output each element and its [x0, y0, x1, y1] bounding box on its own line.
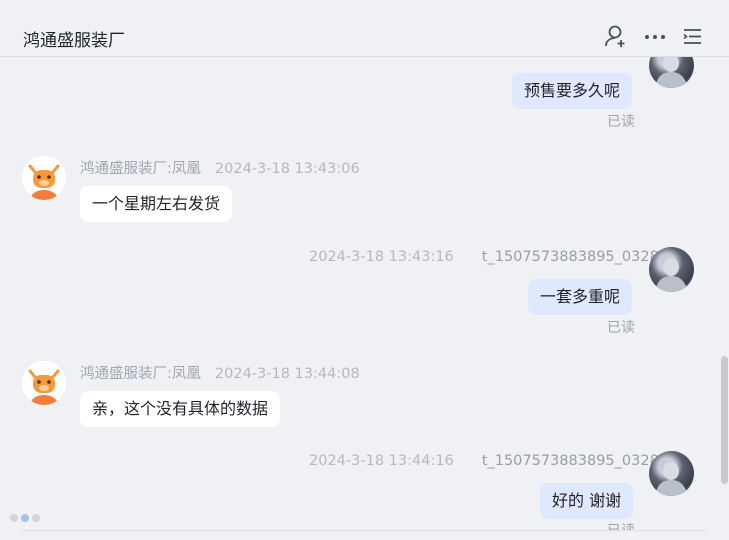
add-user-icon[interactable]	[603, 23, 629, 49]
user-avatar[interactable]	[649, 57, 694, 88]
read-status: 已读	[607, 520, 635, 530]
user-id: t_1507573883895_0328	[481, 453, 659, 469]
message-time: 2024-3-18 13:44:08	[214, 366, 360, 382]
user-avatar[interactable]	[649, 451, 694, 496]
message-meta: 鸿通盛服装厂:凤凰 2024-3-18 13:43:06	[80, 157, 360, 178]
sender-name: 鸿通盛服装厂:凤凰	[80, 161, 201, 177]
user-avatar[interactable]	[649, 247, 694, 292]
message-bubble-outgoing: 好的 谢谢	[540, 483, 634, 519]
message-meta: 鸿通盛服装厂:凤凰 2024-3-18 13:44:08	[80, 362, 360, 383]
message-bubble-outgoing: 预售要多久呢	[512, 73, 633, 109]
menu-list-icon[interactable]	[680, 23, 706, 49]
loading-dot	[10, 514, 18, 522]
message-bubble-outgoing: 一套多重呢	[528, 279, 633, 315]
chat-header: 鸿通盛服装厂	[0, 0, 729, 57]
user-id: t_1507573883895_0328	[481, 249, 659, 265]
message-bubble-incoming: 亲，这个没有具体的数据	[80, 391, 281, 427]
loading-indicator	[10, 507, 43, 526]
message-meta: 2024-3-18 13:43:16 t_1507573883895_0328	[309, 249, 659, 265]
message-time: 2024-3-18 13:43:06	[214, 161, 360, 177]
divider	[22, 530, 706, 531]
message-bubble-incoming: 一个星期左右发货	[80, 186, 233, 222]
read-status: 已读	[607, 114, 635, 130]
chat-title: 鸿通盛服装厂	[23, 31, 125, 51]
message-time: 2024-3-18 13:43:16	[309, 249, 454, 265]
agent-avatar[interactable]	[22, 156, 66, 200]
loading-dot	[32, 514, 40, 522]
scrollbar-thumb[interactable]	[721, 356, 728, 484]
message-meta: 2024-3-18 13:44:16 t_1507573883895_0328	[309, 453, 659, 469]
sender-name: 鸿通盛服装厂:凤凰	[80, 366, 201, 382]
loading-dot	[21, 514, 29, 522]
more-icon[interactable]	[642, 23, 668, 49]
agent-avatar[interactable]	[22, 361, 66, 405]
message-time: 2024-3-18 13:44:16	[309, 453, 454, 469]
read-status: 已读	[607, 320, 635, 336]
message-list[interactable]: 预售要多久呢 已读 鸿通盛服装厂:凤凰 2024-3-18 13:43:06 一个…	[0, 57, 729, 530]
